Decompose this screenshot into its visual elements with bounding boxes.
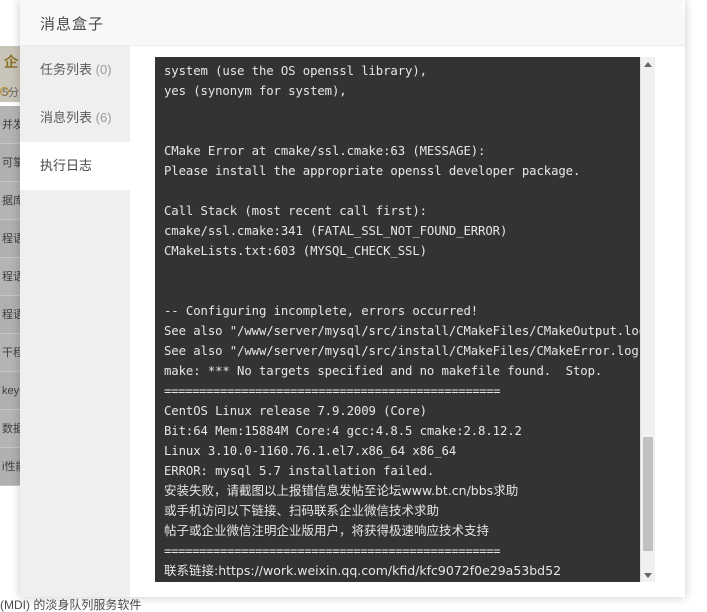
- terminal-line: CMakeLists.txt:603 (MYSQL_CHECK_SSL): [164, 244, 427, 258]
- terminal-line: -- Configuring incomplete, errors occurr…: [164, 304, 479, 318]
- tab-message-list-count: (6): [95, 110, 112, 125]
- terminal-line: yes (synonym for system),: [164, 84, 347, 98]
- terminal-scrollbar[interactable]: [640, 57, 655, 582]
- terminal-line: 帖子或企业微信注明企业版用户，将获得极速响应技术支持: [164, 523, 490, 538]
- terminal-lines: system (use the OS openssl library), yes …: [155, 57, 655, 582]
- message-box-dialog: 消息盒子 任务列表 (0) 消息列表 (6) 执行日志 system (use …: [20, 0, 685, 597]
- tab-task-list-count: (0): [95, 62, 112, 77]
- terminal-line: See also "/www/server/mysql/src/install/…: [164, 324, 655, 338]
- tab-execution-log-label: 执行日志: [40, 158, 93, 173]
- scroll-down-arrow-icon[interactable]: [641, 568, 655, 582]
- background-footnote: (MDI) 的淡身队列服务软件: [0, 598, 142, 612]
- terminal-line: Please install the appropriate openssl d…: [164, 164, 581, 178]
- dialog-title: 消息盒子: [40, 16, 105, 33]
- tab-message-list-label: 消息列表: [40, 110, 93, 125]
- scroll-up-arrow-icon[interactable]: [641, 57, 655, 71]
- terminal-line: Call Stack (most recent call first):: [164, 204, 427, 218]
- tab-execution-log[interactable]: 执行日志: [20, 142, 130, 190]
- terminal-scrollbar-thumb[interactable]: [643, 437, 653, 551]
- modal-overlay: 消息盒子 任务列表 (0) 消息列表 (6) 执行日志 system (use …: [0, 0, 707, 612]
- dialog-tab-rail: 任务列表 (0) 消息列表 (6) 执行日志: [20, 46, 130, 597]
- terminal-line: CMake Error at cmake/ssl.cmake:63 (MESSA…: [164, 144, 486, 158]
- terminal-line: 安装失败，请截图以上报错信息发帖至论坛www.bt.cn/bbs求助: [164, 483, 519, 498]
- terminal-output[interactable]: system (use the OS openssl library), yes …: [155, 57, 655, 582]
- terminal-line: Linux 3.10.0-1160.76.1.el7.x86_64 x86_64: [164, 444, 457, 458]
- dialog-title-bar: [20, 0, 685, 46]
- execution-log-panel: system (use the OS openssl library), yes …: [130, 46, 685, 597]
- terminal-line: ========================================…: [164, 544, 501, 558]
- terminal-line: 联系链接:https://work.weixin.qq.com/kfid/kfc…: [164, 563, 562, 578]
- background-brand-label: 企: [4, 54, 18, 70]
- terminal-line: cmake/ssl.cmake:341 (FATAL_SSL_NOT_FOUND…: [164, 224, 508, 238]
- terminal-line: make: *** No targets specified and no ma…: [164, 364, 603, 378]
- terminal-line: ========================================…: [164, 384, 501, 398]
- terminal-line: ERROR: mysql 5.7 installation failed.: [164, 464, 435, 478]
- terminal-line: Bit:64 Mem:15884M Core:4 gcc:4.8.5 cmake…: [164, 424, 522, 438]
- tab-message-list[interactable]: 消息列表 (6): [20, 94, 130, 142]
- terminal-line: 或手机访问以下链接、扫码联系企业微信技术求助: [164, 503, 440, 518]
- terminal-line: CentOS Linux release 7.9.2009 (Core): [164, 404, 427, 418]
- background-sub-info: 5分: [2, 87, 20, 99]
- terminal-line: ========================================…: [164, 581, 655, 582]
- terminal-line: See also "/www/server/mysql/src/install/…: [164, 344, 654, 358]
- tab-task-list-label: 任务列表: [40, 62, 93, 77]
- terminal-line: system (use the OS openssl library),: [164, 64, 427, 78]
- tab-task-list[interactable]: 任务列表 (0): [20, 46, 130, 94]
